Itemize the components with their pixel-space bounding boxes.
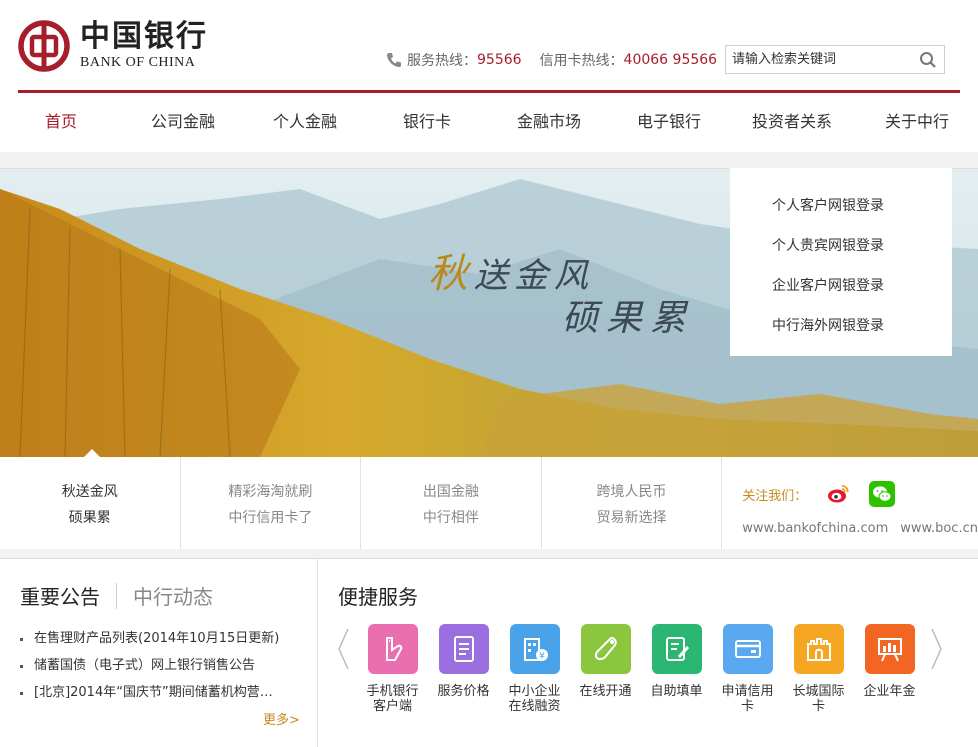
header: 中国银行 BANK OF CHINA 服务热线： 95566 信用卡热线： 40…	[0, 0, 978, 152]
quick-services: 便捷服务 手机银行 客户端 服务价格 ¥ 中小企业 在线融资 在线开通 自助填单…	[318, 559, 978, 747]
banner-tab-4-line1: 跨境人民币	[596, 484, 667, 500]
banner-tab-2-line2: 中行信用卡了	[228, 510, 313, 526]
mobile-hand-icon	[367, 624, 418, 674]
search-box	[725, 45, 945, 74]
chevron-left-icon[interactable]	[336, 627, 350, 671]
follow-us-label: 关注我们：	[742, 488, 808, 504]
notice-panel: 重要公告 中行动态 在售理财产品列表(2014年10月15日更新) 储蓄国债（电…	[0, 559, 318, 747]
banner-tab-3[interactable]: 出国金融 中行相伴	[361, 457, 542, 549]
service-label-line2: 在线融资	[508, 699, 561, 714]
service-label-line1: 自助填单	[650, 684, 703, 699]
hotlines: 服务热线： 95566 信用卡热线： 40066 95566	[385, 50, 717, 70]
great-wall-icon	[793, 624, 844, 674]
card-hotline-label: 信用卡热线：	[539, 53, 624, 69]
service-self-form[interactable]: 自助填单	[641, 624, 712, 699]
weibo-icon[interactable]	[825, 481, 852, 507]
banner-tab-1[interactable]: 秋送金风 硕果累	[0, 449, 181, 549]
more-link[interactable]: 更多>	[263, 709, 300, 728]
tab-news[interactable]: 中行动态	[133, 581, 213, 610]
service-label-line2: 卡	[740, 699, 754, 714]
login-overseas[interactable]: 中行海外网银登录	[730, 306, 952, 346]
notice-item[interactable]: [北京]2014年“国庆节”期间储蓄机构营…	[20, 679, 279, 706]
search-icon[interactable]	[919, 51, 937, 69]
banner-slogan-line2: 硕果累	[562, 298, 695, 339]
chevron-right-icon[interactable]	[930, 627, 944, 671]
banner-tab-1-line1: 秋送金风	[61, 484, 118, 500]
main-nav: 首页 公司金融 个人金融 银行卡 金融市场 电子银行 投资者关系 关于中行	[0, 93, 978, 151]
service-mobile-banking[interactable]: 手机银行 客户端	[357, 624, 428, 714]
form-pen-icon	[651, 624, 702, 674]
banner-tab-4-line2: 贸易新选择	[596, 510, 667, 526]
service-hotline-number: 95566	[477, 52, 522, 68]
login-corporate[interactable]: 企业客户网银登录	[730, 266, 952, 306]
logo-name-en: BANK OF CHINA	[80, 55, 196, 70]
banner-tabs: 秋送金风 硕果累 精彩海淘就刷 中行信用卡了 出国金融 中行相伴 跨境人民币 贸…	[0, 449, 978, 549]
chart-board-icon	[864, 624, 915, 674]
search-input[interactable]	[726, 46, 906, 73]
touch-hand-icon	[580, 624, 631, 674]
notice-list: 在售理财产品列表(2014年10月15日更新) 储蓄国债（电子式）网上银行销售公…	[20, 625, 279, 706]
service-online-activation[interactable]: 在线开通	[570, 624, 641, 699]
banner-tab-1-line2: 硕果累	[68, 510, 111, 526]
nav-about[interactable]: 关于中行	[856, 93, 978, 151]
service-enterprise-annuity[interactable]: 企业年金	[854, 624, 925, 699]
bottom-section: 重要公告 中行动态 在售理财产品列表(2014年10月15日更新) 储蓄国债（电…	[0, 558, 978, 747]
boc-logo-icon	[18, 20, 70, 72]
service-hotline-label: 服务热线：	[407, 53, 477, 69]
notice-item[interactable]: 储蓄国债（电子式）网上银行销售公告	[20, 652, 279, 679]
follow-us: 关注我们： www.bankofchina.com www.boc.cn	[722, 457, 978, 549]
banner-slogan-accent: 秋	[428, 251, 474, 297]
banner-tab-4[interactable]: 跨境人民币 贸易新选择	[542, 457, 723, 549]
service-label-line1: 企业年金	[863, 684, 916, 699]
price-list-icon	[438, 624, 489, 674]
banner-tab-2-line1: 精彩海淘就刷	[228, 484, 313, 500]
credit-card-icon	[722, 624, 773, 674]
nav-personal[interactable]: 个人金融	[244, 93, 366, 151]
service-label-line2: 卡	[811, 699, 825, 714]
building-yuan-icon: ¥	[509, 624, 560, 674]
banner-tab-3-line2: 中行相伴	[422, 510, 479, 526]
svg-text:¥: ¥	[539, 652, 545, 662]
logo-name-cn: 中国银行	[80, 19, 208, 54]
nav-bank-card[interactable]: 银行卡	[366, 93, 488, 151]
nav-home[interactable]: 首页	[0, 93, 122, 151]
banner-tab-2[interactable]: 精彩海淘就刷 中行信用卡了	[181, 457, 362, 549]
page: 中国银行 BANK OF CHINA 服务热线： 95566 信用卡热线： 40…	[0, 0, 978, 747]
login-personal-vip[interactable]: 个人贵宾网银登录	[730, 226, 952, 266]
nav-financial-markets[interactable]: 金融市场	[488, 93, 610, 151]
service-label-line2: 客户端	[372, 699, 412, 714]
tab-separator	[116, 582, 117, 609]
notice-item[interactable]: 在售理财产品列表(2014年10月15日更新)	[20, 625, 279, 652]
service-pricing[interactable]: 服务价格	[428, 624, 499, 699]
service-apply-credit-card[interactable]: 申请信用卡	[712, 624, 783, 714]
service-label-line1: 长城国际	[792, 684, 845, 699]
phone-icon	[387, 53, 401, 67]
service-label-line1: 在线开通	[579, 684, 632, 699]
wechat-icon[interactable]	[869, 481, 896, 507]
banner-tab-3-line1: 出国金融	[422, 484, 479, 500]
site-url-1[interactable]: www.bankofchina.com	[742, 521, 888, 536]
service-label-line1: 服务价格	[437, 684, 490, 699]
services-title: 便捷服务	[338, 585, 418, 609]
e-banking-login-panel: 个人客户网银登录 个人贵宾网银登录 企业客户网银登录 中行海外网银登录	[730, 168, 952, 356]
nav-corporate[interactable]: 公司金融	[122, 93, 244, 151]
service-label-line1: 中小企业	[508, 684, 561, 699]
nav-e-banking[interactable]: 电子银行	[610, 93, 728, 151]
logo[interactable]: 中国银行 BANK OF CHINA	[18, 20, 208, 72]
login-personal[interactable]: 个人客户网银登录	[730, 186, 952, 226]
service-sme-financing[interactable]: ¥ 中小企业 在线融资	[499, 624, 570, 714]
tab-announcements[interactable]: 重要公告	[20, 581, 100, 610]
service-label-line1: 手机银行	[366, 684, 419, 699]
card-hotline-number: 40066 95566	[623, 52, 718, 68]
nav-investor-relations[interactable]: 投资者关系	[728, 93, 856, 151]
site-url-2[interactable]: www.boc.cn	[900, 521, 978, 536]
service-label-line1: 申请信用	[721, 684, 774, 699]
service-great-wall-card[interactable]: 长城国际卡	[783, 624, 854, 714]
